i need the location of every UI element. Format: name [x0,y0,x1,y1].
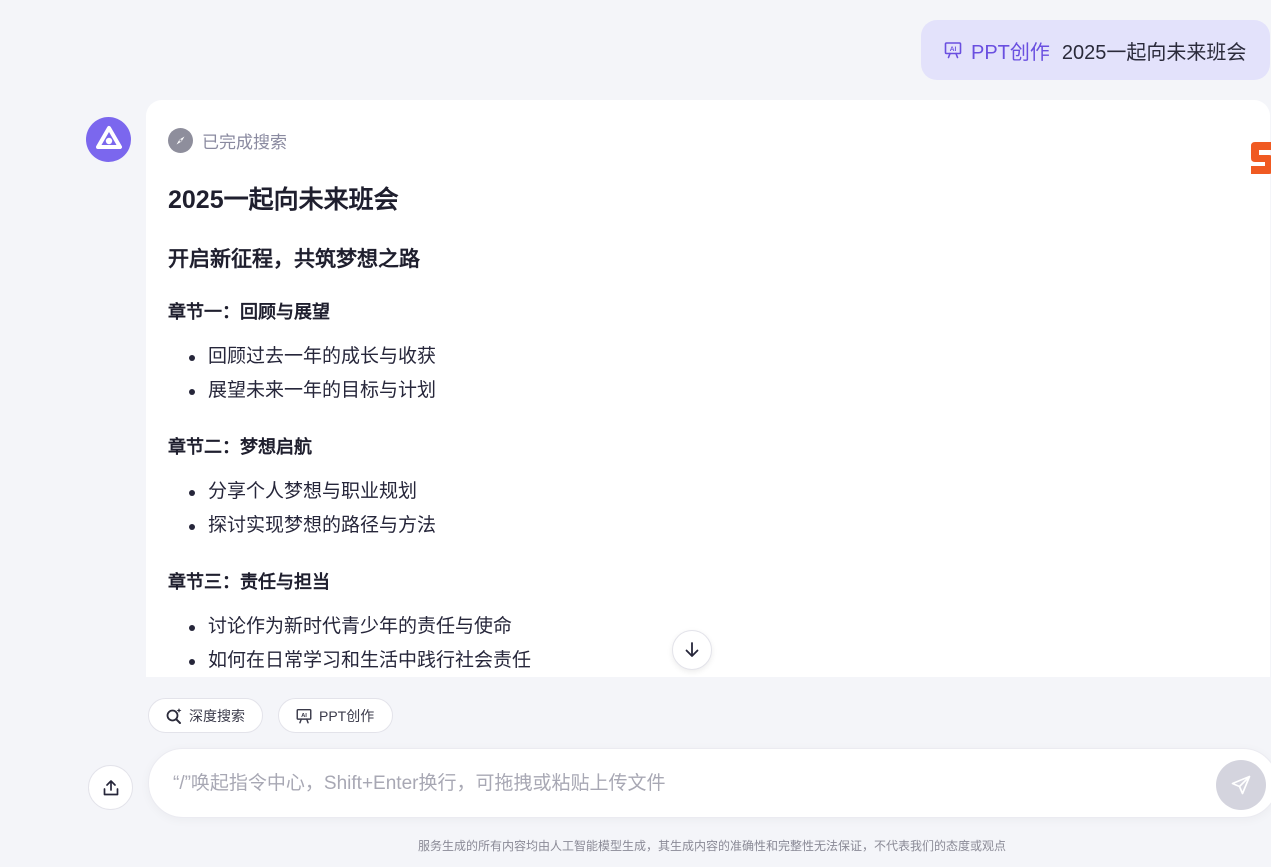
search-status[interactable]: 已完成搜索 [168,127,1270,153]
scroll-to-bottom-button[interactable] [672,630,712,670]
upload-icon [103,779,118,795]
compass-icon [168,127,193,153]
sogou-logo-icon[interactable] [1247,140,1271,178]
answer-title: 2025一起向未来班会 [168,186,399,214]
ppt-tag-label: PPT创作 [971,41,1050,64]
presentation-icon: AI [944,42,962,59]
assistant-answer-card: 已完成搜索 2025一起向未来班会 开启新征程，共筑梦想之路 章节一：回顾与展望… [146,100,1270,677]
chat-input-container [148,748,1271,819]
disclaimer-text: 服务生成的所有内容均由人工智能模型生成，其生成内容的准确性和完整性无法保证，不代… [417,839,1006,853]
section-heading: 章节三：责任与担当 [168,572,330,592]
list-item: 回顾过去一年的成长与收获 [186,340,1270,374]
section-heading: 章节二：梦想启航 [168,437,312,457]
user-message-bubble: AI PPT创作 2025一起向未来班会 [921,20,1270,80]
section-heading: 章节一：回顾与展望 [168,302,330,322]
list-item: 分享个人梦想与职业规划 [186,475,1270,509]
user-query-text: 2025一起向未来班会 [1061,41,1247,64]
upload-button[interactable] [88,765,133,810]
deep-search-button[interactable]: 深度搜索 [148,698,263,733]
section-list: 回顾过去一年的成长与收获 展望未来一年的目标与计划 [168,340,1270,408]
svg-text:AI: AI [950,46,957,53]
search-sparkle-icon [166,707,182,724]
list-item: 讨论作为新时代青少年的责任与使命 [186,610,1270,644]
send-button[interactable] [1216,760,1266,810]
chat-input[interactable] [173,749,1203,819]
section-list: 分享个人梦想与职业规划 探讨实现梦想的路径与方法 [168,475,1270,543]
arrow-down-icon [685,642,699,657]
ppt-create-label: PPT创作 [319,707,375,724]
answer-subtitle: 开启新征程，共筑梦想之路 [168,248,420,271]
deep-search-label: 深度搜索 [189,707,245,724]
list-item: 如何在日常学习和生活中践行社会责任 [186,644,1270,677]
list-item: 探讨实现梦想的路径与方法 [186,509,1270,543]
ppt-tag: AI PPT创作 [943,36,1050,65]
svg-text:AI: AI [301,713,307,719]
ppt-create-button[interactable]: AI PPT创作 [278,698,393,733]
section-list: 讨论作为新时代青少年的责任与使命 如何在日常学习和生活中践行社会责任 [168,610,1270,677]
list-item: 展望未来一年的目标与计划 [186,374,1270,408]
send-icon [1231,775,1251,795]
presentation-icon: AI [296,708,312,723]
assistant-avatar [86,117,131,162]
assistant-logo-icon [95,125,122,149]
search-status-label: 已完成搜索 [202,132,287,152]
